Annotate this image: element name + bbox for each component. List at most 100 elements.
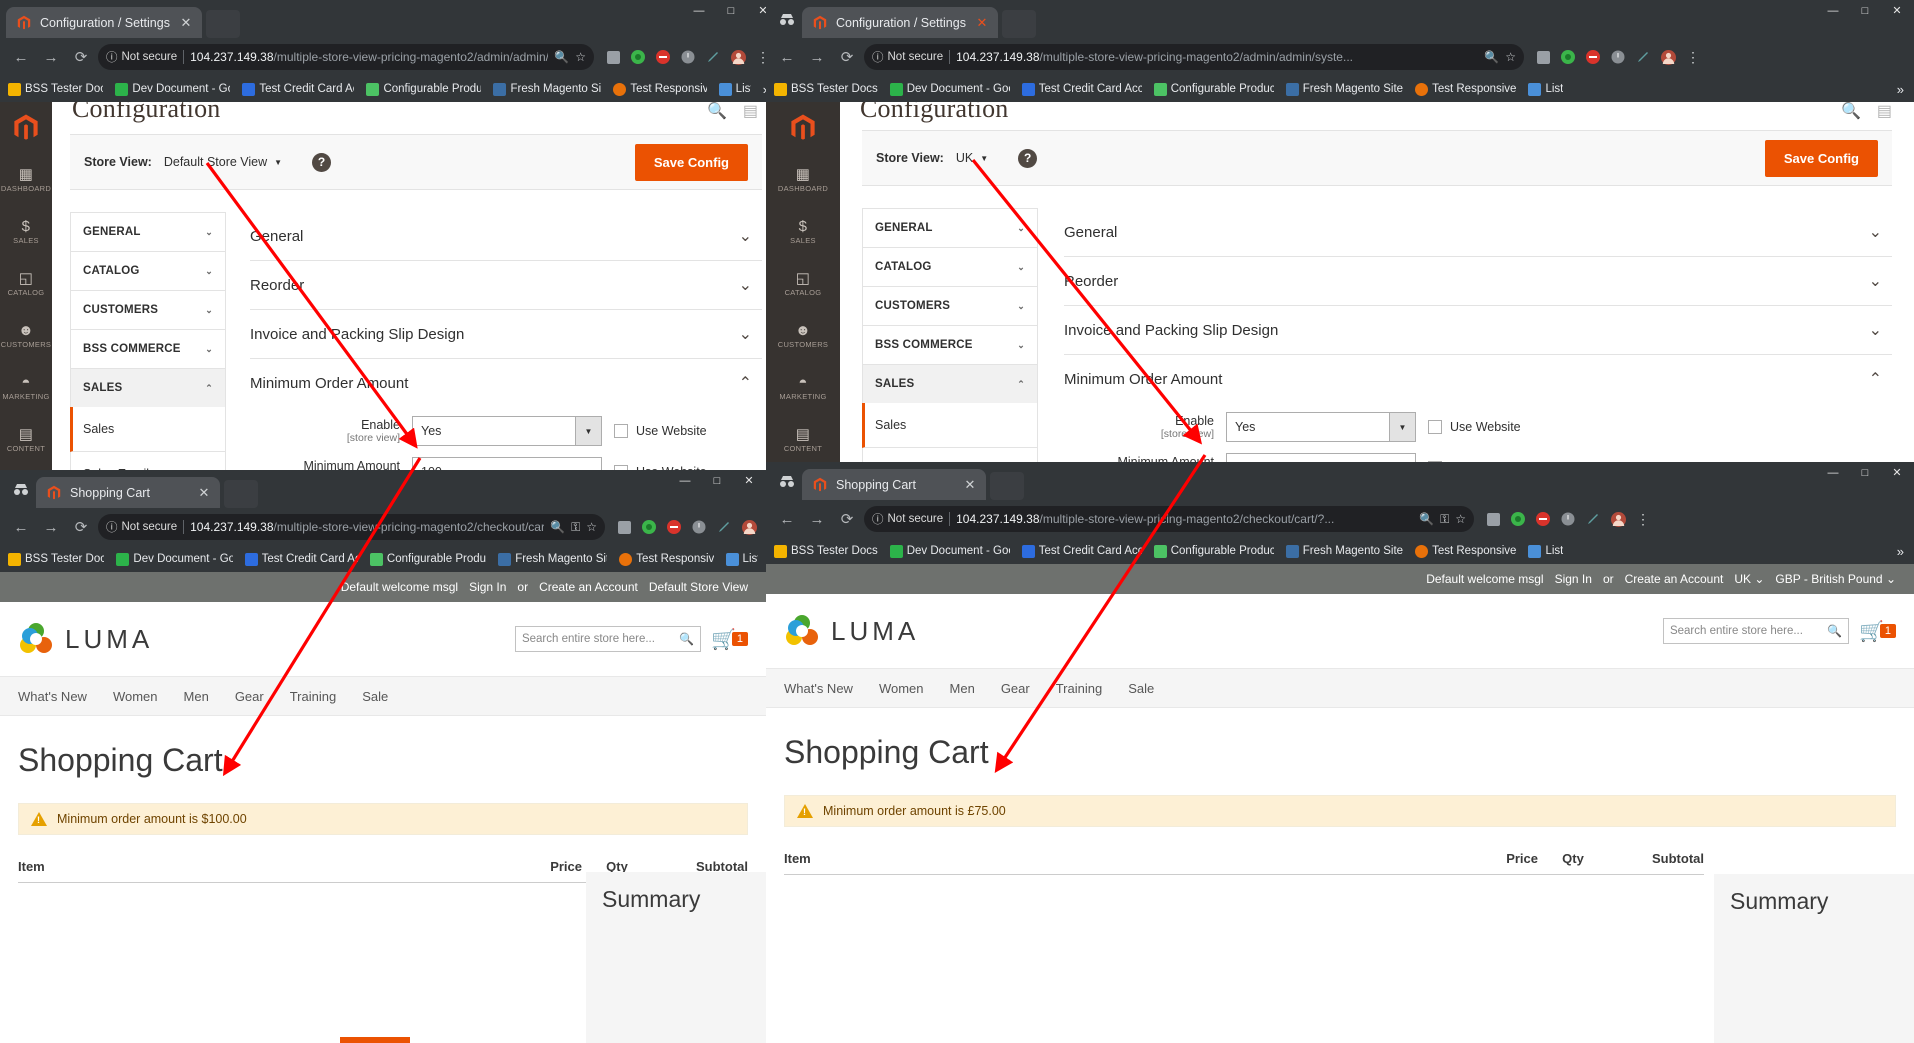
sidebar-item-dashboard[interactable]: ▦ DASHBOARD [0,154,52,206]
save-config-button[interactable]: Save Config [1764,139,1878,177]
nav-item-sale[interactable]: Sale [362,689,388,704]
tab-close-icon[interactable]: ✕ [974,15,990,31]
nav-item-whats-new[interactable]: What's New [784,681,853,696]
bookmark-item[interactable]: Dev Document - Goo [115,82,230,96]
grid-extension-icon[interactable] [1534,48,1552,66]
search-input[interactable]: Search entire store here... 🔍 [514,626,701,652]
nav-item-training[interactable]: Training [1056,681,1102,696]
clock-extension-icon[interactable] [679,48,697,66]
zoom-out-icon[interactable]: 🔍 [1484,50,1499,64]
zoom-out-icon[interactable]: 🔍 [1419,512,1434,526]
enable-use-website-checkbox[interactable]: Use Website [614,424,707,438]
reload-icon[interactable]: ⟳ [834,506,860,532]
bookmark-item[interactable]: Configurable Product [1153,544,1274,558]
close-button[interactable]: ✕ [1886,465,1908,481]
bookmark-item[interactable]: Configurable Product [369,552,486,566]
bookmark-item[interactable]: Dev Document - Goo [889,82,1010,96]
browser-window-admin-default[interactable]: Configuration / Settings ✕ — □ ✕ ← → ⟳ ⓘ… [0,0,780,477]
avatar-icon[interactable] [740,518,758,536]
bookmark-item[interactable]: Test Responsive [1415,82,1516,96]
config-group-invoice[interactable]: Invoice and Packing Slip Design ⌄ [250,310,762,359]
config-group-minimum-order-amount[interactable]: Minimum Order Amount ⌃ [1064,355,1892,403]
address-bar[interactable]: ⓘ Not secure 104.237.149.38/multiple-sto… [864,506,1474,532]
store-view-switcher[interactable]: UK ▼ [956,151,988,165]
avatar-icon[interactable] [1659,48,1677,66]
address-bar[interactable]: ⓘ Not secure 104.237.149.38/multiple-sto… [98,44,594,70]
bookmarks-overflow-icon[interactable]: » [1897,544,1906,559]
grid-icon[interactable]: ▤ [1877,102,1892,121]
tab-close-icon[interactable]: ✕ [178,15,194,31]
store-switcher[interactable]: Default Store View [649,580,748,594]
mini-cart[interactable]: 🛒 1 [1859,619,1896,644]
store-view-switcher[interactable]: Default Store View ▼ [164,155,282,169]
reload-icon[interactable]: ⟳ [834,44,860,70]
browser-tab[interactable]: Configuration / Settings ✕ [6,7,202,38]
browser-tab[interactable]: Shopping Cart ✕ [802,469,986,500]
nav-item-men[interactable]: Men [950,681,975,696]
sidebar-item-marketing[interactable]: ◓ MARKETING [766,362,840,414]
bookmark-item[interactable]: List [725,552,758,566]
config-section-sales[interactable]: SALES ⌃ [862,364,1038,403]
currency-switcher[interactable]: GBP - British Pound ⌄ [1775,572,1896,586]
sidebar-item-sales[interactable]: $ SALES [0,206,52,258]
maximize-button[interactable]: □ [706,473,728,489]
sidebar-item-customers[interactable]: ☻ CUSTOMERS [766,310,840,362]
nav-item-whats-new[interactable]: What's New [18,689,87,704]
checkbox-box[interactable] [1428,420,1442,434]
tab-close-icon[interactable]: ✕ [196,485,212,501]
search-input[interactable]: Search entire store here... 🔍 [1662,618,1849,644]
adblock-extension-icon[interactable] [1584,48,1602,66]
pen-extension-icon[interactable] [715,518,733,536]
key-icon[interactable]: ⚿ [1440,512,1449,527]
bookmark-star-icon[interactable]: ☆ [586,520,597,534]
config-group-reorder[interactable]: Reorder ⌄ [1064,257,1892,306]
config-section-general[interactable]: GENERAL ⌄ [70,212,226,251]
colorzilla-extension-icon[interactable] [1509,510,1527,528]
new-tab-button[interactable] [1001,10,1036,38]
back-icon[interactable]: ← [774,506,800,532]
enable-use-website-checkbox[interactable]: Use Website [1428,420,1521,434]
config-section-bss-commerce[interactable]: BSS COMMERCE ⌄ [862,325,1038,364]
avatar-icon[interactable] [1609,510,1627,528]
grid-extension-icon[interactable] [1484,510,1502,528]
maximize-button[interactable]: □ [1854,3,1876,19]
config-group-general[interactable]: General ⌄ [1064,208,1892,257]
config-section-general[interactable]: GENERAL ⌄ [862,208,1038,247]
browser-window-cart-uk[interactable]: Shopping Cart ✕ — □ ✕ ← → ⟳ ⓘ Not secure… [766,462,1914,1043]
browser-tab[interactable]: Shopping Cart ✕ [36,477,220,508]
bookmark-item[interactable]: Test Responsive [619,552,714,566]
nav-item-sale[interactable]: Sale [1128,681,1154,696]
adblock-extension-icon[interactable] [654,48,672,66]
nav-item-training[interactable]: Training [290,689,336,704]
sign-in-link[interactable]: Sign In [469,580,506,594]
bookmark-item[interactable]: Configurable Product [366,82,481,96]
config-section-bss-commerce[interactable]: BSS COMMERCE ⌄ [70,329,226,368]
config-section-customers[interactable]: CUSTOMERS ⌄ [70,290,226,329]
back-icon[interactable]: ← [8,44,34,70]
bookmark-item[interactable]: Test Credit Card Acc [1021,82,1142,96]
back-icon[interactable]: ← [8,514,34,540]
checkbox-box[interactable] [614,424,628,438]
minimize-button[interactable]: — [1822,465,1844,481]
bookmarks-overflow-icon[interactable]: » [1897,82,1906,97]
colorzilla-extension-icon[interactable] [629,48,647,66]
grid-extension-icon[interactable] [615,518,633,536]
config-subitem-sales[interactable]: Sales [862,403,1038,448]
nav-item-women[interactable]: Women [879,681,924,696]
config-section-sales[interactable]: SALES ⌃ [70,368,226,407]
grid-icon[interactable]: ▤ [743,102,758,121]
config-subitem-sales[interactable]: Sales [70,407,226,452]
sidebar-item-content[interactable]: ▤ CONTENT [0,414,52,466]
bookmark-star-icon[interactable]: ☆ [1505,50,1516,64]
bookmark-item[interactable]: Test Responsive [1415,544,1516,558]
mini-cart[interactable]: 🛒 1 [711,627,748,652]
forward-icon[interactable]: → [38,514,64,540]
help-icon[interactable]: ? [1018,148,1038,168]
security-indicator[interactable]: ⓘ Not secure [106,519,177,535]
sidebar-item-customers[interactable]: ☻ CUSTOMERS [0,310,52,362]
nav-item-gear[interactable]: Gear [235,689,264,704]
magento-logo-icon[interactable] [0,102,52,154]
new-tab-button[interactable] [205,10,240,38]
browser-window-cart-default[interactable]: Shopping Cart ✕ — □ ✕ ← → ⟳ ⓘ Not secure… [0,470,766,1043]
enable-select[interactable]: Yes ▼ [1226,412,1416,442]
